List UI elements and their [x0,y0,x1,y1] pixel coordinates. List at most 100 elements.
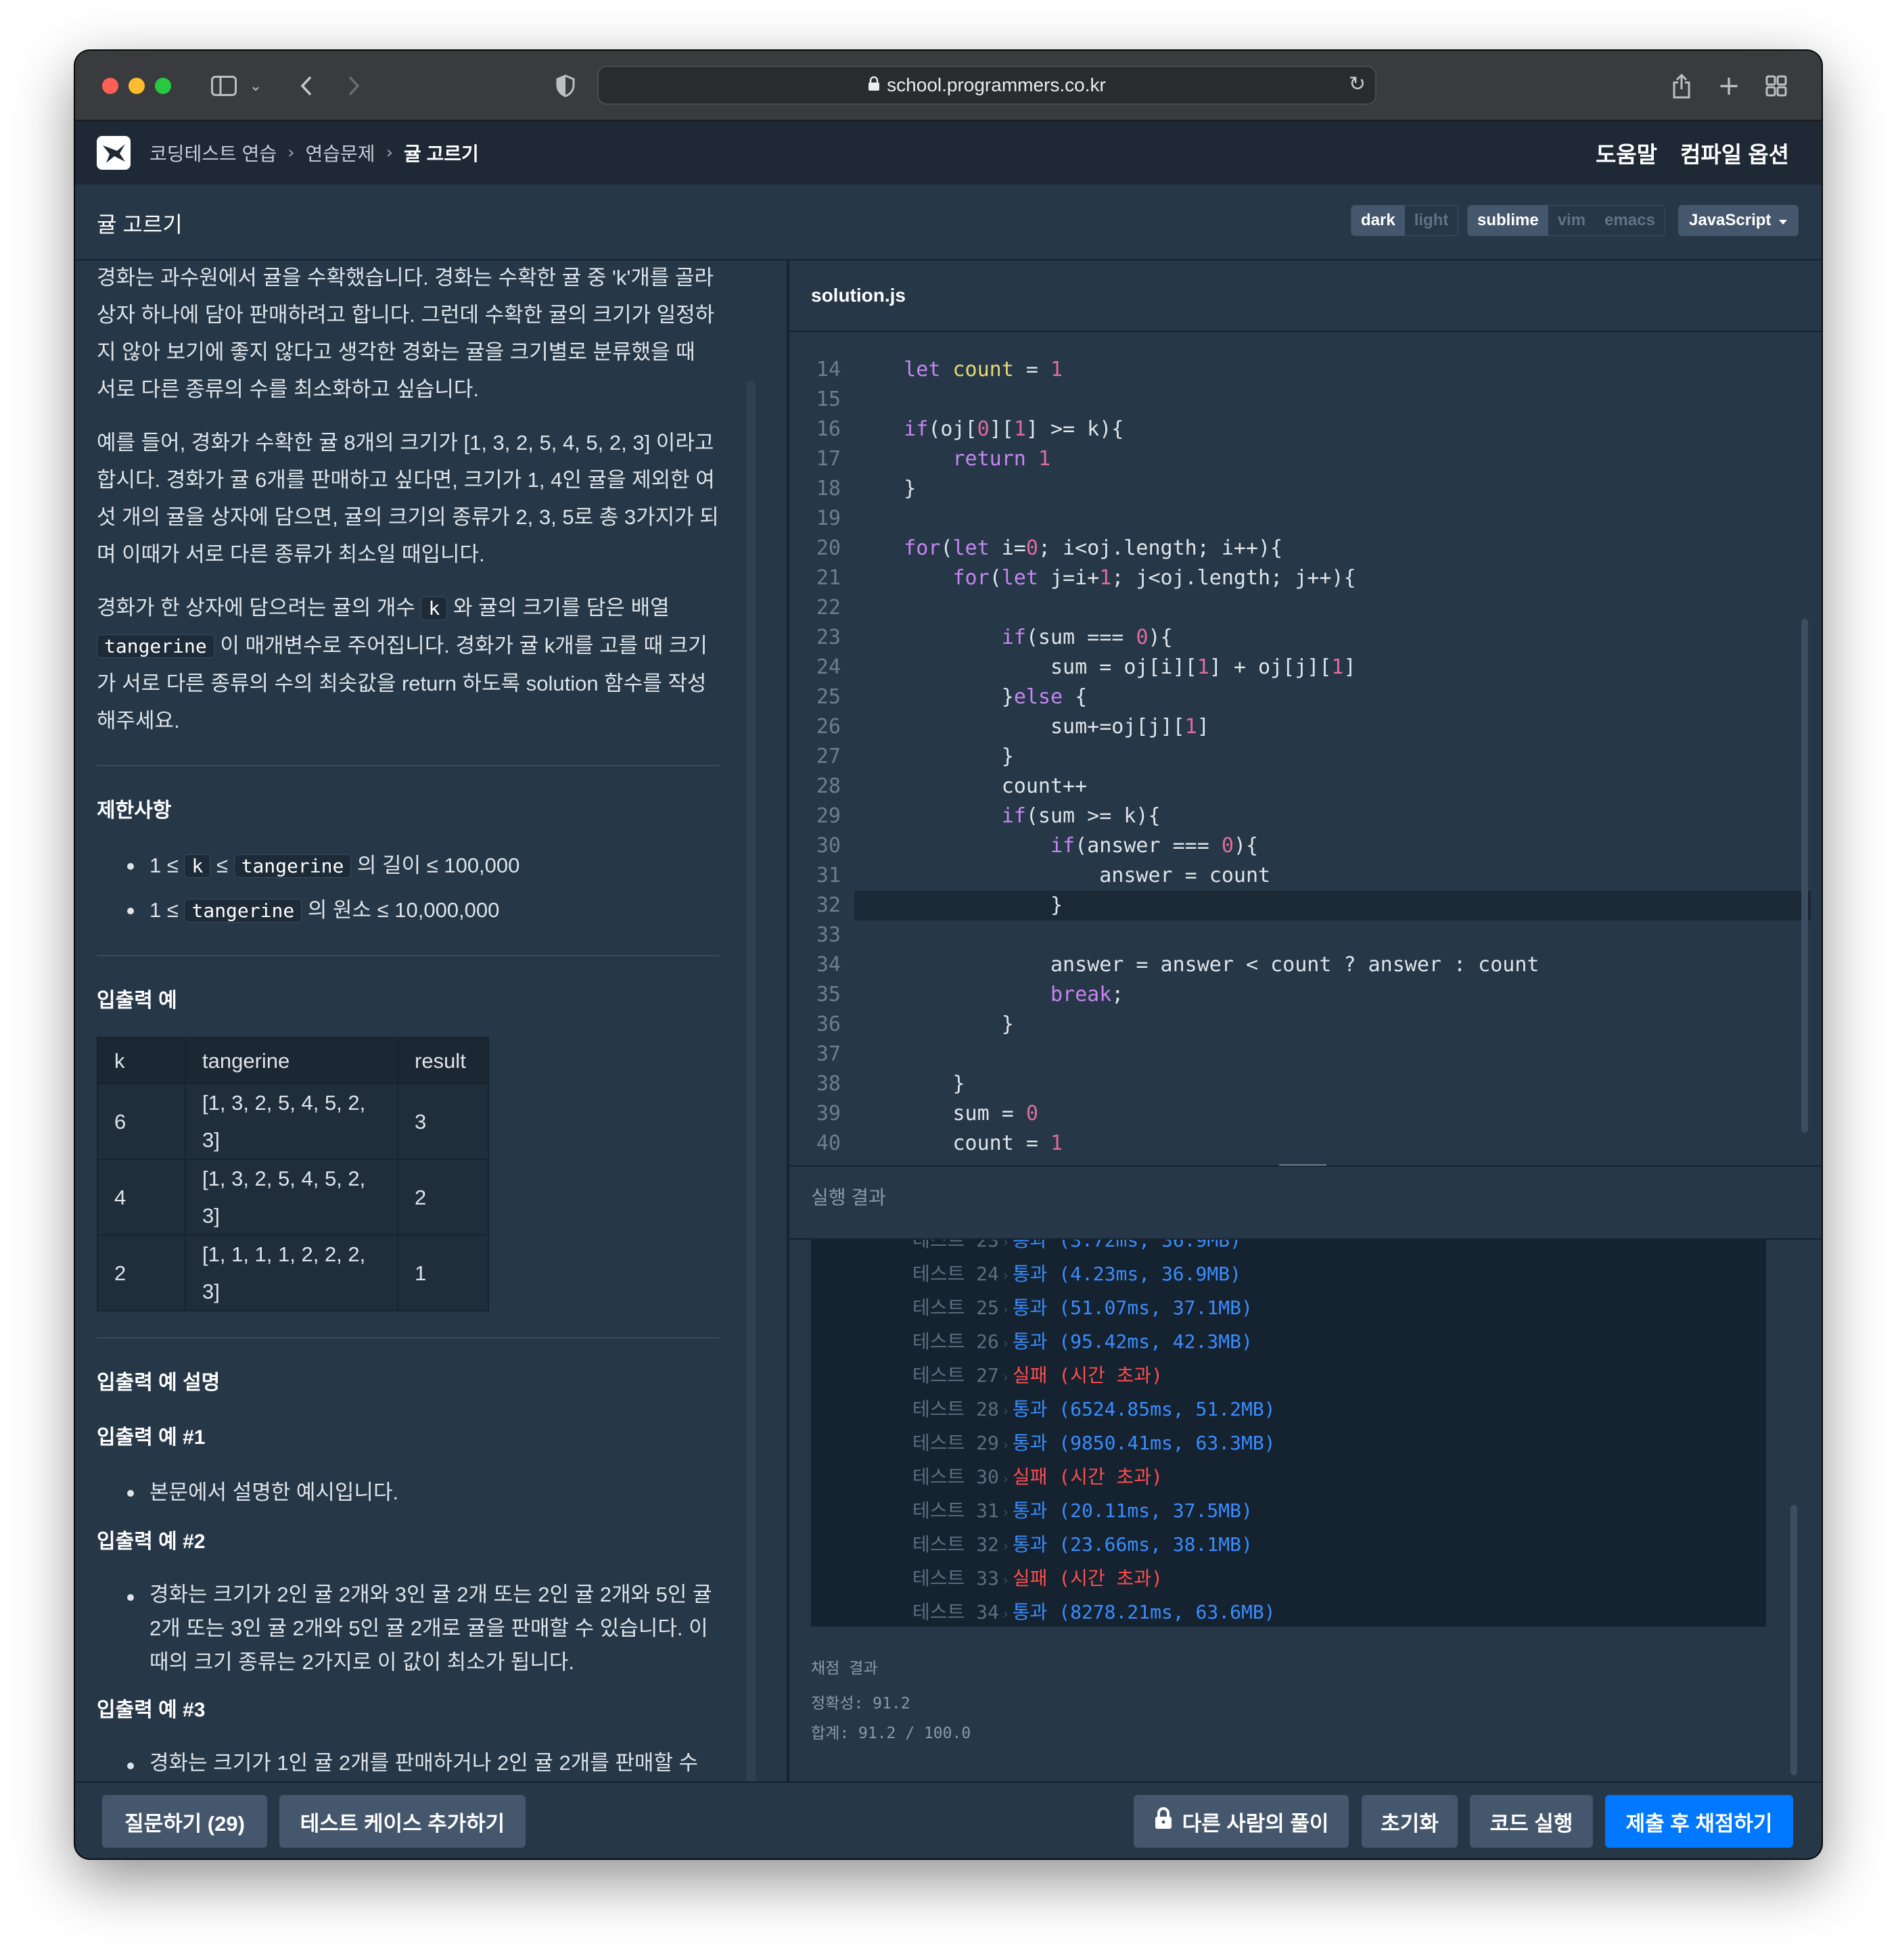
code-line[interactable]: 33 [789,920,1822,950]
code-line[interactable]: 15 [789,385,1822,415]
code-line[interactable]: 23 if(sum === 0){ [789,623,1822,653]
others-solution-button[interactable]: 다른 사람의 풀이 [1134,1795,1349,1848]
line-number: 27 [816,745,841,768]
back-icon[interactable] [293,67,320,105]
code-line[interactable]: 34 answer = answer < count ? answer : co… [789,950,1822,980]
test-result-row: 테스트 31 › 통과 (20.11ms, 37.5MB) [912,1494,1253,1528]
run-code-button[interactable]: 코드 실행 [1470,1795,1593,1848]
forward-icon[interactable] [340,67,367,105]
table-cell: 1 [397,1234,489,1311]
code-line[interactable]: 18 } [789,474,1822,504]
test-label: 테스트 24 [912,1263,999,1285]
questions-button[interactable]: 질문하기 (29) [102,1795,267,1848]
example-1-text: 본문에서 설명한 예시입니다. [97,1474,719,1511]
code-line[interactable]: 17 return 1 [789,444,1822,474]
code-text: if(oj[0][1] >= k){ [904,417,1124,441]
inline-code-k: k [184,854,211,878]
others-solution-label: 다른 사람의 풀이 [1182,1811,1329,1836]
code-line[interactable]: 30 if(answer === 0){ [789,831,1822,861]
breadcrumb-coding-test[interactable]: 코딩테스트 연습 [149,139,277,166]
code-line[interactable]: 26 sum+=oj[j][1] [789,712,1822,742]
compile-options-link[interactable]: 컴파일 옵션 [1680,137,1789,169]
keymap-sublime-button[interactable]: sublime [1468,206,1548,235]
breadcrumb-practice[interactable]: 연습문제 [306,139,375,166]
code-line[interactable]: 21 for(let j=i+1; j<oj.length; j++){ [789,563,1822,593]
code-line[interactable]: 28 count++ [789,772,1822,801]
code-line[interactable]: 32 } [789,891,1822,920]
code-line[interactable]: 24 sum = oj[i][1] + oj[j][1] [789,653,1822,682]
code-area[interactable]: 14 let count = 1 15 16 if(oj[0][1] >= k){1… [789,355,1822,1159]
code-line[interactable]: 31 answer = count [789,861,1822,891]
chevron-right-icon: › [1002,1403,1009,1419]
reload-icon[interactable]: ↻ [1349,72,1366,96]
code-line[interactable]: 25 }else { [789,682,1822,712]
line-number: 20 [816,536,841,560]
code-line[interactable]: 29 if(sum >= k){ [789,801,1822,831]
filename: solution.js [811,285,906,306]
share-icon[interactable] [1665,67,1698,105]
code-line[interactable]: 20 for(let i=0; i<oj.length; i++){ [789,534,1822,563]
test-result-row: 테스트 34 › 통과 (8278.21ms, 63.6MB) [912,1595,1276,1627]
result-console[interactable]: 테스트 23 › 통과 (3.72ms, 36.9MB) 테스트 24 › 통과 (4.2… [811,1240,1766,1627]
test-result-row: 테스트 29 › 통과 (9850.41ms, 63.3MB) [912,1426,1276,1460]
test-result-row: 테스트 33 › 실패 (시간 초과) [912,1562,1163,1595]
keymap-vim-button[interactable]: vim [1548,206,1596,235]
problem-description-pane[interactable]: 경화는 과수원에서 귤을 수확했습니다. 경화는 수확한 귤 중 'k'개를 골… [75,260,785,1781]
chevron-right-icon: › [287,143,295,163]
chevron-right-icon: › [1002,1538,1009,1554]
test-status: 실패 (시간 초과) [1012,1364,1163,1386]
keymap-emacs-button[interactable]: emacs [1595,206,1665,235]
code-line[interactable]: 36 } [789,1010,1822,1040]
code-line[interactable]: 27 } [789,742,1822,772]
privacy-shield-icon[interactable] [549,67,582,105]
sidebar-toggle-icon[interactable] [205,67,243,105]
theme-light-button[interactable]: light [1404,206,1458,235]
desc-paragraph-1: 경화는 과수원에서 귤을 수확했습니다. 경화는 수확한 귤 중 'k'개를 골… [97,266,715,401]
address-bar[interactable]: school.programmers.co.kr ↻ [597,66,1376,105]
url-text: school.programmers.co.kr [887,74,1106,95]
code-line[interactable]: 39 sum = 0 [789,1099,1822,1129]
line-number: 29 [816,804,841,828]
code-line[interactable]: 14 let count = 1 [789,355,1822,385]
code-text: if(sum >= k){ [1001,804,1161,828]
example-3-text: 경화는 크기가 1인 귤 2개를 판매하거나 2인 귤 2개를 판매할 수 있습… [97,1746,719,1781]
add-testcase-button[interactable]: 테스트 케이스 추가하기 [279,1795,526,1848]
code-line[interactable]: 37 [789,1040,1822,1069]
line-number: 22 [816,596,841,620]
code-line[interactable]: 22 [789,593,1822,623]
chevron-down-icon[interactable]: ⌄ [246,67,266,105]
inline-code-tangerine: tangerine [97,634,214,658]
test-label: 테스트 31 [912,1499,999,1522]
line-number: 32 [816,893,841,917]
browser-titlebar: ⌄ school.programmers.co.kr ↻ + [75,51,1822,121]
chevron-right-icon: › [386,143,393,163]
code-text: } [855,745,1014,768]
code-line[interactable]: 16 if(oj[0][1] >= k){ [789,415,1822,444]
result-scrollbar[interactable] [1790,1505,1797,1775]
table-header-cell: result [397,1037,489,1084]
description-scrollbar[interactable] [746,381,756,1781]
submit-button[interactable]: 제출 후 채점하기 [1605,1795,1793,1848]
programmers-logo[interactable] [97,136,131,170]
tab-overview-icon[interactable] [1759,67,1793,105]
help-link[interactable]: 도움말 [1596,137,1657,169]
example-2-heading: 입출력 예 #2 [97,1531,206,1553]
test-result-row: 테스트 30 › 실패 (시간 초과) [912,1460,1163,1494]
code-line[interactable]: 19 [789,504,1822,534]
code-text: answer = count [855,864,1271,887]
theme-dark-button[interactable]: dark [1351,206,1405,235]
code-line[interactable]: 38 } [789,1069,1822,1099]
line-number: 28 [816,774,841,798]
reset-button[interactable]: 초기화 [1362,1795,1458,1848]
code-line[interactable]: 35 break; [789,980,1822,1010]
close-window-button[interactable] [102,78,118,94]
table-header-cell: k [97,1037,186,1084]
editor-scrollbar[interactable] [1801,619,1808,1133]
line-number: 14 [816,358,841,381]
language-select[interactable]: JavaScript [1678,205,1799,236]
new-tab-icon[interactable]: + [1712,67,1746,105]
zoom-window-button[interactable] [155,78,171,94]
minimize-window-button[interactable] [129,78,145,94]
accuracy-score: 정확성: 91.2 [811,1695,910,1712]
code-line[interactable]: 40 count = 1 [789,1129,1822,1159]
